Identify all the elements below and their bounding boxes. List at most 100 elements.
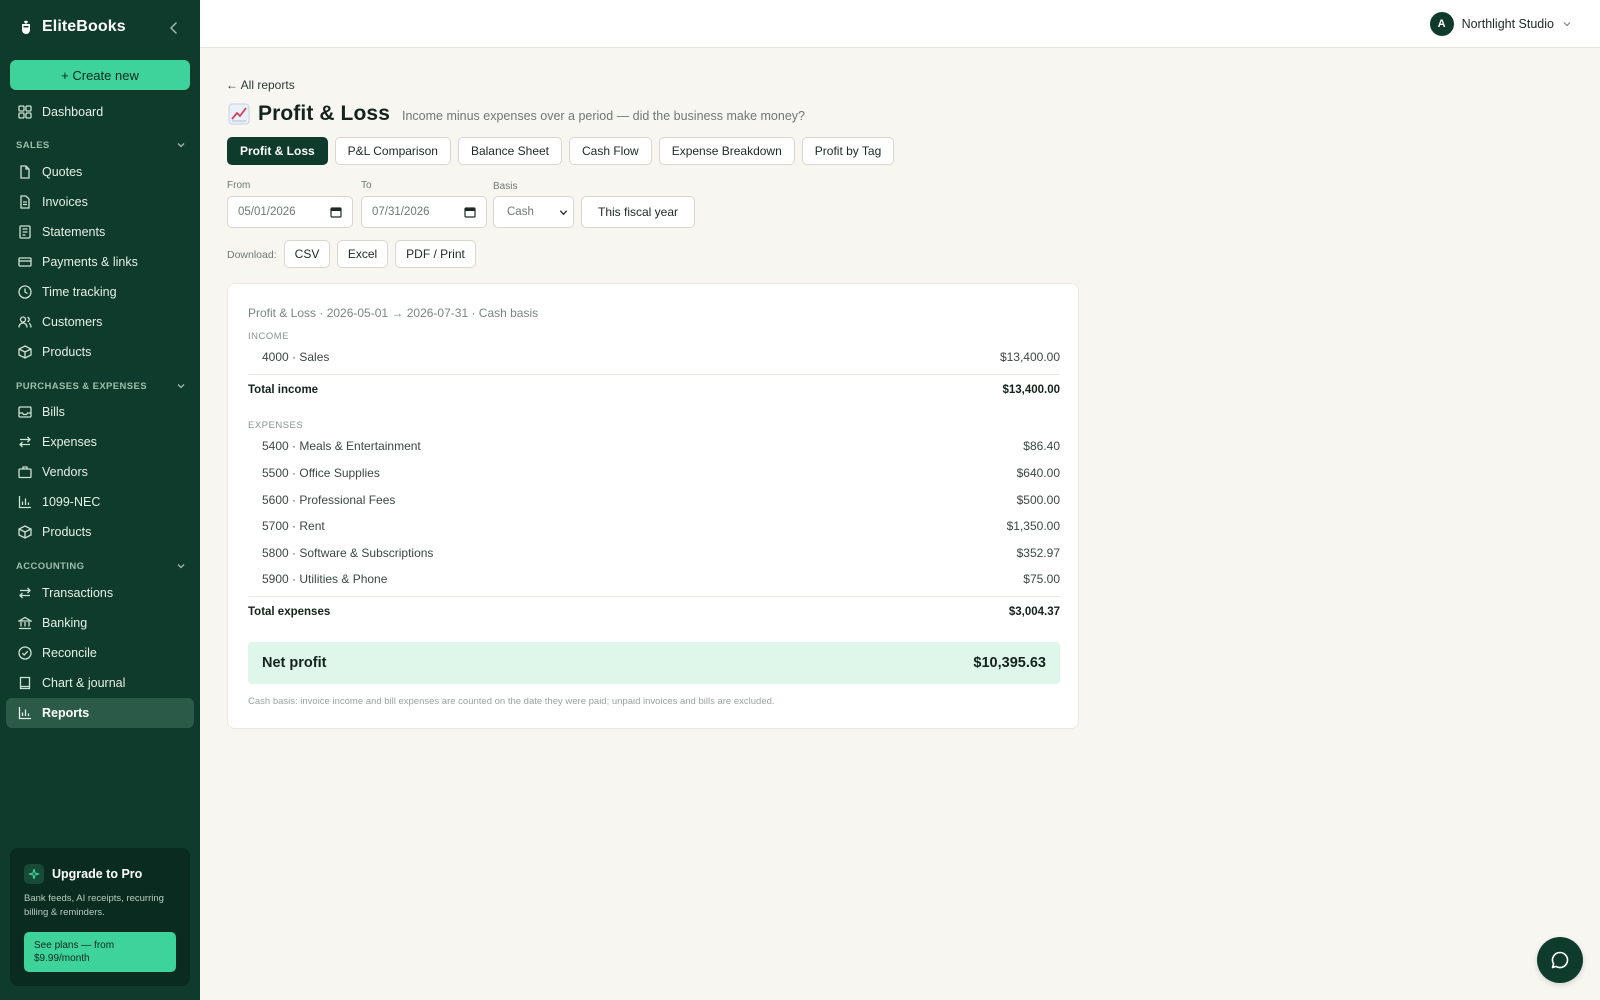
tab-profit-loss[interactable]: Profit & Loss bbox=[227, 137, 328, 165]
brand[interactable]: EliteBooks bbox=[18, 18, 126, 36]
report-card: Profit & Loss · 2026-05-01 → 2026-07-31 … bbox=[227, 283, 1079, 729]
chevron-down-icon bbox=[177, 564, 185, 569]
calendar-icon bbox=[464, 207, 476, 218]
chevron-down-icon bbox=[177, 143, 185, 148]
account-name: 5500 · Office Supplies bbox=[262, 466, 380, 480]
tab-pl-comparison[interactable]: P&L Comparison bbox=[334, 137, 451, 165]
upgrade-title: Upgrade to Pro bbox=[52, 867, 143, 881]
total-expenses-value: $3,004.37 bbox=[1008, 606, 1060, 618]
account-amount: $640.00 bbox=[1016, 466, 1060, 480]
upgrade-card: Upgrade to Pro Bank feeds, AI receipts, … bbox=[10, 848, 190, 986]
to-date-input[interactable]: 07/31/2026 bbox=[361, 196, 487, 228]
sidebar-item-statements[interactable]: Statements bbox=[6, 217, 194, 247]
page-header: Profit & Loss Income minus expenses over… bbox=[228, 102, 805, 126]
topbar: A Northlight Studio bbox=[200, 0, 1600, 48]
table-row: 5700 · Rent $1,350.00 bbox=[248, 514, 1060, 538]
account-name: 5600 · Professional Fees bbox=[262, 493, 396, 507]
tab-profit-by-tag[interactable]: Profit by Tag bbox=[801, 137, 895, 165]
sidebar-item-expenses[interactable]: Expenses bbox=[6, 427, 194, 457]
section-sales[interactable]: SALES bbox=[16, 138, 186, 152]
avatar: A bbox=[1429, 12, 1454, 36]
section-label: SALES bbox=[16, 139, 50, 151]
chat-button[interactable] bbox=[1537, 937, 1583, 983]
chevron-down-icon bbox=[559, 210, 568, 216]
account-name: 4000 · Sales bbox=[262, 350, 330, 364]
account-amount: $352.97 bbox=[1016, 546, 1060, 560]
expenses-section-label: EXPENSES bbox=[248, 420, 304, 431]
box-icon bbox=[18, 525, 32, 539]
arrows-exchange-icon bbox=[19, 587, 31, 599]
report-footnote: Cash basis: invoice income and bill expe… bbox=[248, 696, 775, 707]
sidebar-item-1099-nec[interactable]: 1099-NEC bbox=[6, 487, 194, 517]
calendar-icon bbox=[330, 207, 342, 218]
account-name: 5700 · Rent bbox=[262, 519, 325, 533]
sidebar-item-time-tracking[interactable]: Time tracking bbox=[6, 277, 194, 307]
net-profit-value: $10,395.63 bbox=[973, 655, 1046, 671]
sidebar-item-label: Customers bbox=[42, 315, 103, 329]
org-switcher[interactable]: A Northlight Studio bbox=[1429, 12, 1572, 36]
basis-value: Cash bbox=[507, 206, 534, 218]
sidebar-item-vendors[interactable]: Vendors bbox=[6, 457, 194, 487]
sidebar-item-label: Reports bbox=[42, 706, 90, 720]
download-csv-button[interactable]: CSV bbox=[284, 240, 330, 268]
book-icon bbox=[19, 676, 31, 690]
box-icon bbox=[18, 345, 32, 359]
collapse-sidebar-icon[interactable] bbox=[166, 20, 182, 36]
tab-expense-breakdown[interactable]: Expense Breakdown bbox=[658, 137, 795, 165]
download-pdf-button[interactable]: PDF / Print bbox=[395, 240, 476, 268]
net-profit-label: Net profit bbox=[262, 655, 327, 671]
divider bbox=[248, 596, 1060, 597]
sidebar-item-payments[interactable]: Payments & links bbox=[6, 247, 194, 277]
table-row: 4000 · Sales $13,400.00 bbox=[248, 345, 1060, 369]
sidebar-item-products-sales[interactable]: Products bbox=[6, 337, 194, 367]
credit-card-icon bbox=[18, 257, 32, 267]
account-amount: $75.00 bbox=[1023, 572, 1060, 586]
download-excel-button[interactable]: Excel bbox=[337, 240, 388, 268]
sidebar-item-label: 1099-NEC bbox=[42, 495, 101, 509]
sidebar-item-reconcile[interactable]: Reconcile bbox=[6, 638, 194, 668]
create-new-button[interactable]: + Create new bbox=[10, 60, 190, 90]
sidebar-item-label: Chart & journal bbox=[42, 676, 126, 690]
see-plans-button[interactable]: See plans — from $9.99/month bbox=[24, 932, 176, 972]
from-label: From bbox=[227, 180, 251, 191]
sidebar-item-transactions[interactable]: Transactions bbox=[6, 578, 194, 608]
back-to-reports-link[interactable]: ← All reports bbox=[226, 78, 295, 92]
sidebar-item-label: Reconcile bbox=[42, 646, 97, 660]
account-amount: $1,350.00 bbox=[1006, 519, 1060, 533]
table-row: 5500 · Office Supplies $640.00 bbox=[248, 461, 1060, 485]
total-income-label: Total income bbox=[248, 384, 319, 396]
report-tabs: Profit & Loss P&L Comparison Balance She… bbox=[227, 137, 895, 165]
sidebar-item-quotes[interactable]: Quotes bbox=[6, 157, 194, 187]
section-label: PURCHASES & EXPENSES bbox=[16, 380, 148, 392]
sidebar-item-chart-journal[interactable]: Chart & journal bbox=[6, 668, 194, 698]
sidebar-item-bills[interactable]: Bills bbox=[6, 397, 194, 427]
this-fiscal-year-button[interactable]: This fiscal year bbox=[581, 196, 695, 228]
account-name: 5900 · Utilities & Phone bbox=[262, 572, 388, 586]
upgrade-description: Bank feeds, AI receipts, recurring billi… bbox=[24, 893, 164, 918]
tab-cash-flow[interactable]: Cash Flow bbox=[569, 137, 652, 165]
tab-balance-sheet[interactable]: Balance Sheet bbox=[457, 137, 562, 165]
sidebar-item-label: Dashboard bbox=[42, 105, 104, 119]
section-purchases[interactable]: PURCHASES & EXPENSES bbox=[16, 379, 186, 393]
table-row: 5600 · Professional Fees $500.00 bbox=[248, 488, 1060, 512]
page-title: Profit & Loss bbox=[258, 102, 390, 125]
basis-select[interactable]: Cash bbox=[493, 196, 574, 228]
from-date-input[interactable]: 05/01/2026 bbox=[227, 196, 353, 228]
section-accounting[interactable]: ACCOUNTING bbox=[16, 559, 186, 573]
sidebar-item-invoices[interactable]: Invoices bbox=[6, 187, 194, 217]
sidebar-item-label: Products bbox=[42, 525, 92, 539]
sidebar-item-banking[interactable]: Banking bbox=[6, 608, 194, 638]
sidebar-item-label: Invoices bbox=[42, 195, 88, 209]
sidebar-item-reports[interactable]: Reports bbox=[6, 698, 194, 728]
table-row: 5800 · Software & Subscriptions $352.97 bbox=[248, 541, 1060, 565]
sidebar-item-label: Products bbox=[42, 345, 92, 359]
report-caption: Profit & Loss · 2026-05-01 → 2026-07-31 … bbox=[248, 306, 539, 320]
account-amount: $86.40 bbox=[1023, 439, 1060, 453]
clock-icon bbox=[18, 285, 32, 299]
table-row: 5900 · Utilities & Phone $75.00 bbox=[248, 567, 1060, 591]
sidebar-item-customers[interactable]: Customers bbox=[6, 307, 194, 337]
sidebar-item-dashboard[interactable]: Dashboard bbox=[6, 97, 194, 127]
sidebar-item-products-purchases[interactable]: Products bbox=[6, 517, 194, 547]
total-expenses-row: Total expenses $3,004.37 bbox=[248, 602, 1060, 622]
briefcase-icon bbox=[18, 466, 32, 479]
